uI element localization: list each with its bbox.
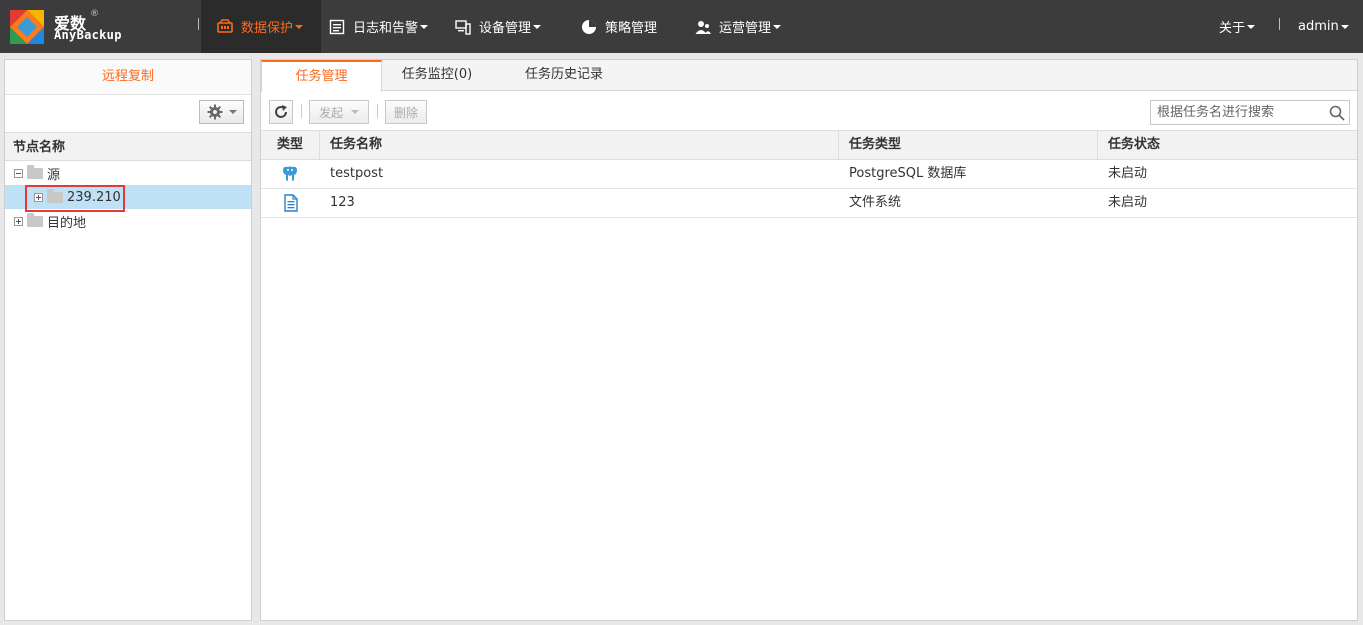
column-header-task-name[interactable]: 任务名称 [320, 131, 839, 160]
nav-label: 运营管理 [719, 21, 772, 36]
search-box [1150, 100, 1350, 125]
postgresql-icon [283, 166, 297, 181]
settings-dropdown-button[interactable] [199, 100, 244, 124]
about-label: 关于 [1219, 21, 1246, 36]
about-menu[interactable]: 关于 [1219, 0, 1256, 53]
type-cell [261, 160, 320, 188]
task-status-cell: 未启动 [1108, 166, 1148, 181]
nav-logs-alerts[interactable]: 日志和告警 [329, 0, 429, 53]
logo-icon [10, 10, 44, 44]
toolbar-divider [377, 104, 378, 118]
device-icon [455, 19, 471, 35]
left-panel: 远程复制 节点名称 源 239.210 目的地 [4, 59, 252, 621]
chevron-down-icon [533, 24, 542, 29]
tree-node-label: 源 [47, 167, 61, 183]
toolbar-divider [301, 104, 302, 118]
data-protection-icon [217, 18, 233, 33]
search-icon[interactable] [1329, 105, 1345, 121]
tab-task-monitor[interactable]: 任务监控(0) [382, 60, 492, 91]
tab-task-management[interactable]: 任务管理 [261, 60, 382, 92]
refresh-button[interactable] [269, 100, 293, 124]
task-name-cell: testpost [330, 166, 384, 181]
chevron-down-icon [228, 110, 237, 114]
start-label: 发起 [318, 105, 343, 120]
nav-operations-management[interactable]: 运营管理 [695, 0, 782, 53]
log-icon [329, 19, 345, 34]
tree-node-destination[interactable]: 目的地 [5, 209, 251, 233]
nav-device-management[interactable]: 设备管理 [455, 0, 542, 53]
column-header-type[interactable]: 类型 [261, 131, 320, 160]
table-header: 类型 任务名称 任务类型 任务状态 [261, 130, 1357, 160]
brand-name-en: AnyBackup [54, 28, 122, 42]
node-column-header: 节点名称 [5, 132, 251, 161]
delete-button[interactable]: 删除 [385, 100, 427, 124]
chevron-down-icon [295, 24, 304, 29]
collapse-icon[interactable] [14, 168, 23, 178]
type-cell [261, 189, 320, 217]
start-button[interactable]: 发起 [309, 100, 369, 124]
gear-icon [207, 104, 222, 120]
chevron-down-icon [773, 24, 782, 29]
task-type-cell: PostgreSQL 数据库 [849, 166, 967, 181]
brand-reg-mark: ® [90, 9, 99, 19]
expand-icon[interactable] [14, 216, 23, 226]
nav-label: 数据保护 [241, 21, 294, 36]
tab-bar: 任务管理 任务监控(0) 任务历史记录 [261, 60, 1357, 92]
pie-chart-icon [582, 19, 596, 34]
anybackup-logo[interactable]: 爱数 ® AnyBackup [10, 9, 140, 45]
nav-label: 日志和告警 [353, 21, 419, 36]
username: admin [1298, 19, 1339, 34]
task-status-cell: 未启动 [1108, 195, 1148, 210]
column-header-task-type[interactable]: 任务类型 [839, 131, 1098, 160]
tree-node-source[interactable]: 源 [5, 161, 251, 185]
nav-divider [198, 18, 199, 30]
users-icon [695, 20, 711, 34]
user-menu[interactable]: admin [1298, 0, 1349, 53]
chevron-down-icon [1340, 24, 1349, 29]
task-name-cell: 123 [330, 195, 355, 210]
nav-divider [1279, 18, 1280, 30]
right-panel: 任务管理 任务监控(0) 任务历史记录 发起 删除 类型 任务名称 任务类型 任… [260, 59, 1358, 621]
nav-policy-management[interactable]: 策略管理 [581, 0, 657, 53]
file-system-icon [284, 194, 298, 212]
chevron-down-icon [1247, 24, 1256, 29]
top-navbar: 爱数 ® AnyBackup 数据保护 日志和告警 设备管理 策略管理 运营管理… [0, 0, 1363, 53]
chevron-down-icon [420, 24, 429, 29]
search-input[interactable] [1151, 101, 1321, 124]
nav-label: 策略管理 [605, 21, 658, 36]
panel-title: 远程复制 [5, 60, 251, 95]
nav-label: 设备管理 [479, 21, 532, 36]
column-header-task-status[interactable]: 任务状态 [1098, 131, 1357, 160]
folder-icon [27, 212, 43, 227]
toolbar: 发起 删除 [261, 92, 1357, 130]
folder-icon [27, 164, 43, 179]
tree-node-label: 目的地 [47, 215, 87, 231]
refresh-icon [275, 105, 287, 118]
highlight-annotation [25, 185, 125, 212]
table-row[interactable]: testpost PostgreSQL 数据库 未启动 [261, 160, 1357, 189]
tab-task-history[interactable]: 任务历史记录 [502, 60, 626, 91]
nav-data-protection[interactable]: 数据保护 [201, 0, 321, 53]
chevron-down-icon [351, 110, 359, 114]
table-row[interactable]: 123 文件系统 未启动 [261, 189, 1357, 218]
task-type-cell: 文件系统 [849, 195, 902, 210]
